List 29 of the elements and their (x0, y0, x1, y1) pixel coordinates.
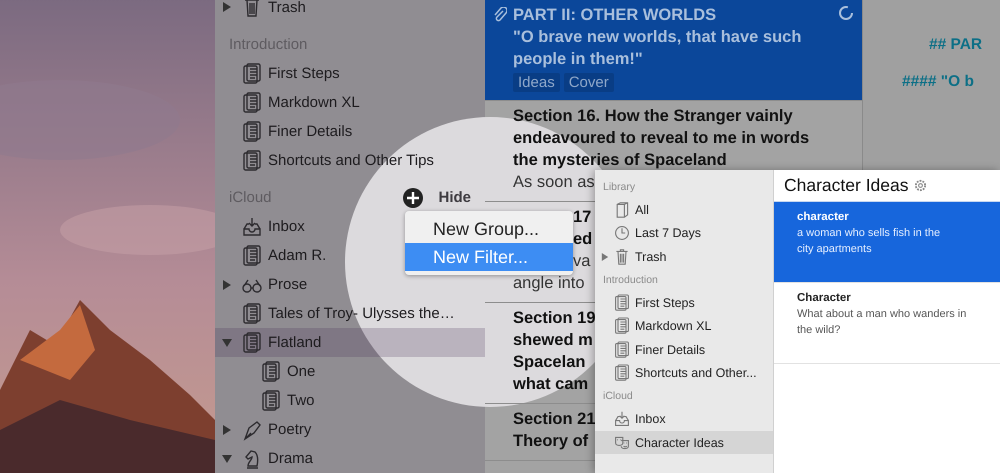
markdown-heading: ## PAR (929, 36, 982, 54)
note-title: Spacelan (513, 352, 586, 373)
note-title: Section 16. How the Stranger vainly (513, 106, 793, 127)
note-preview: angle into (513, 273, 585, 294)
note-title: Theory of (513, 431, 588, 452)
note-preview: What about a man who wanders in (797, 307, 968, 322)
note-title: character (797, 210, 850, 225)
list-title: Character Ideas (784, 175, 909, 196)
section-header: Library (602, 180, 636, 195)
note-title: ed (573, 229, 592, 250)
note-title: endeavoured to reveal to me in words (513, 128, 810, 149)
note-title: 17 (573, 207, 592, 228)
note-title: what cam (513, 374, 588, 395)
note-title: Section 21 (513, 409, 596, 430)
note-title: Character (797, 291, 852, 306)
note-title: PART II: OTHER WORLDS (513, 5, 716, 26)
note-preview: a woman who sells fish in the (797, 226, 942, 241)
note-title: "O brave new worlds, that have such (513, 27, 802, 48)
note-title: the mysteries of Spaceland (513, 150, 727, 171)
note-preview: va (573, 251, 590, 272)
section-header: iCloud (602, 389, 634, 404)
note-preview: city apartments (797, 242, 873, 257)
markdown-heading: #### "O b (902, 73, 974, 91)
note-preview: the wild? (797, 323, 842, 338)
note-title: people in them!" (513, 49, 643, 70)
section-header: Introduction (602, 272, 659, 288)
note-preview: As soon as (513, 172, 595, 193)
note-title: shewed m (513, 330, 593, 351)
note-title: Section 19 (513, 308, 596, 329)
